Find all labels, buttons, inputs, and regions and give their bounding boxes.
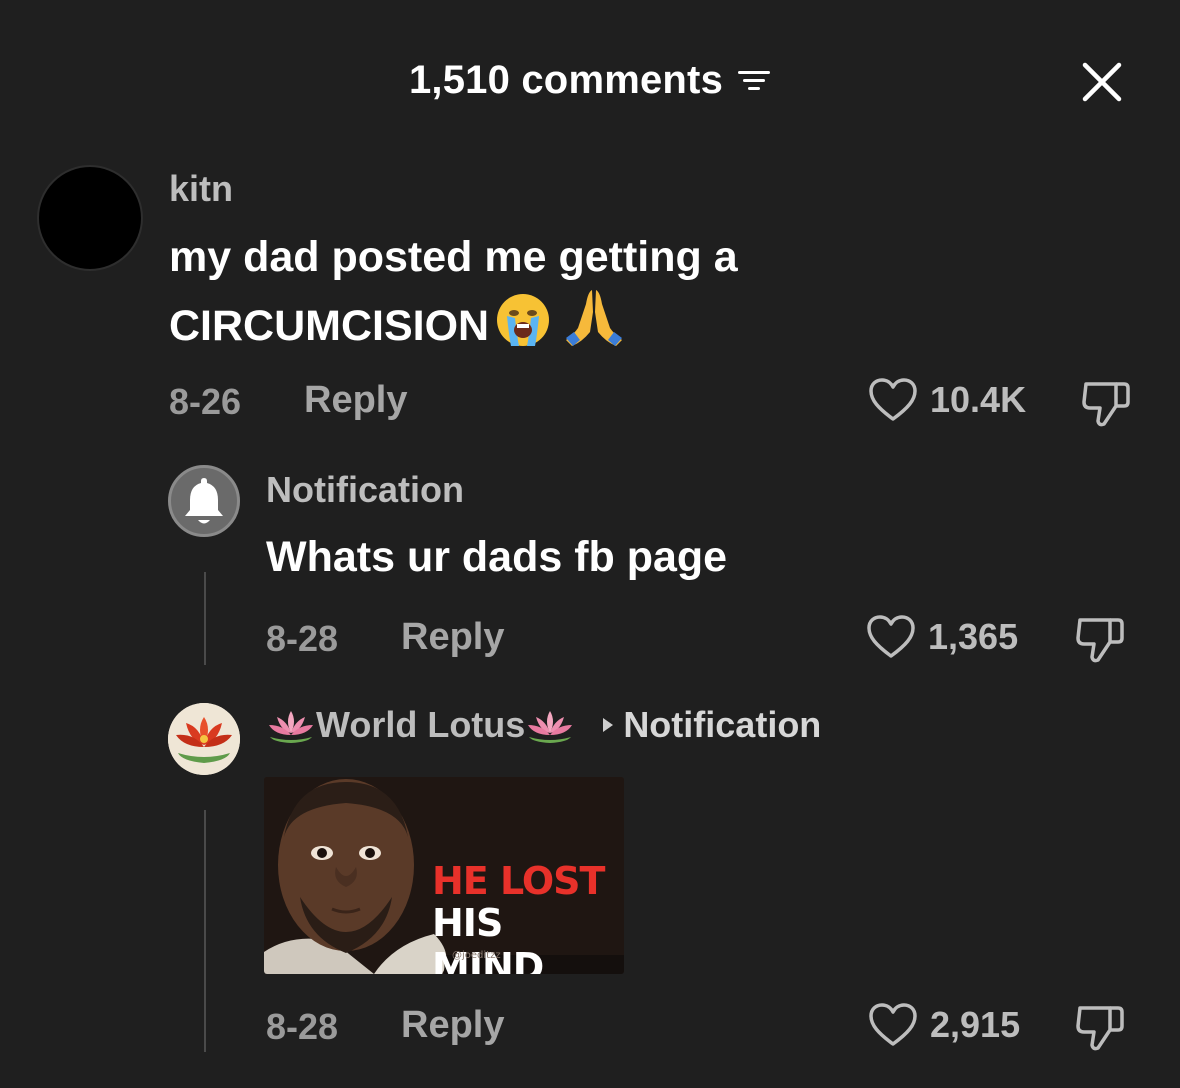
comment-username[interactable]: kitn	[169, 168, 233, 210]
dislike-icon[interactable]	[1074, 614, 1128, 666]
lotus-icon	[168, 703, 240, 775]
crying-face-icon	[497, 294, 550, 346]
comments-count: 1,510 comments	[408, 58, 724, 102]
comment-text-line: my dad posted me getting a	[169, 233, 738, 281]
comment-date: 8-26	[169, 381, 242, 422]
like-button[interactable]: 1,365	[866, 614, 1018, 660]
dislike-icon[interactable]	[1074, 1002, 1128, 1054]
like-count: 2,915	[930, 1004, 1021, 1045]
avatar[interactable]	[168, 703, 240, 775]
dislike-icon[interactable]	[1080, 378, 1134, 430]
filter-icon[interactable]	[737, 66, 771, 96]
meme-caption-line1: HE LOST	[432, 859, 605, 903]
avatar[interactable]	[168, 465, 240, 537]
comment-text: my dad posted me getting a CIRCUMCISION	[169, 226, 1069, 357]
comments-header: 1,510 comments	[0, 58, 1180, 103]
avatar[interactable]	[37, 165, 143, 271]
like-button[interactable]: 2,915	[868, 1002, 1020, 1048]
comment-date: 8-28	[266, 1006, 339, 1047]
comment-date: 8-28	[266, 618, 339, 659]
reply-to-username[interactable]: Notification	[623, 704, 821, 746]
close-icon[interactable]	[1078, 58, 1126, 106]
heart-icon	[869, 1003, 917, 1046]
heart-icon	[867, 615, 915, 658]
lotus-icon	[269, 711, 313, 743]
reply-button[interactable]: Reply	[401, 616, 504, 659]
caret-right-icon	[603, 718, 614, 732]
comment-username[interactable]: Notification	[266, 469, 464, 511]
reply-header: World Lotus Notification	[266, 704, 821, 746]
like-button[interactable]: 10.4K	[868, 377, 1026, 423]
praying-hands-icon	[566, 290, 623, 346]
like-count: 1,365	[928, 616, 1019, 657]
bell-icon	[185, 478, 223, 524]
thread-line	[204, 810, 206, 1052]
heart-icon	[869, 378, 917, 421]
comment-text-emphasis: CIRCUMCISION	[169, 302, 490, 350]
reply-button[interactable]: Reply	[304, 379, 407, 422]
comment-text: Whats ur dads fb page	[266, 533, 728, 581]
thread-line	[204, 572, 206, 665]
meme-watermark: @joeditzz	[452, 950, 501, 961]
meme-caption-line2: HIS MIND	[432, 901, 544, 974]
lotus-icon	[528, 711, 573, 743]
meme-image[interactable]: HE LOST HIS MIND @joeditzz	[264, 777, 624, 974]
reply-button[interactable]: Reply	[401, 1004, 504, 1047]
like-count: 10.4K	[930, 379, 1027, 420]
comment-text-line: CIRCUMCISION	[169, 288, 1069, 357]
comment-username[interactable]: World Lotus	[316, 704, 525, 746]
